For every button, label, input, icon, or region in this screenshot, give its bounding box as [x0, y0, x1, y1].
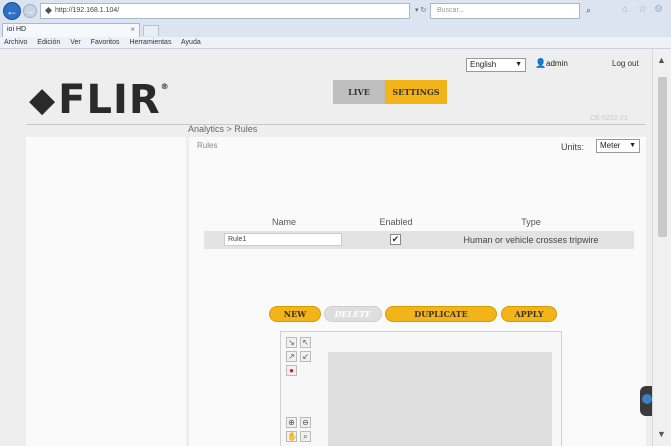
scroll-thumb[interactable] — [658, 77, 667, 237]
search-input[interactable]: Buscar... — [430, 3, 580, 19]
units-label: Units: — [561, 142, 585, 152]
username: admin — [546, 59, 568, 68]
address-text: http://192.168.1.104/ — [55, 7, 120, 14]
panel-title: Rules — [197, 141, 218, 150]
browser-toolbar: ← → http://192.168.1.104/ ▾ ↻ Buscar... … — [0, 0, 671, 22]
pan-hand-icon[interactable]: ✋ — [286, 431, 297, 442]
zoom-out-icon[interactable]: ⊖ — [300, 417, 311, 428]
delete-shape-icon[interactable]: ● — [286, 365, 297, 376]
rule-type: Human or vehicle crosses tripwire — [463, 235, 599, 245]
sidebar-panel — [26, 137, 186, 446]
menu-bar: Archivo Edición Ver Favoritos Herramient… — [0, 37, 671, 49]
refresh-icon[interactable]: ▾ ↻ — [415, 6, 426, 14]
browser-tab[interactable]: ioi HD × — [2, 23, 140, 37]
tab-title: ioi HD — [7, 26, 27, 33]
menu-item-ayuda[interactable]: Ayuda — [181, 39, 201, 46]
header-divider — [26, 124, 646, 125]
draw-line-icon[interactable]: ↘ — [286, 337, 297, 348]
menu-item-herramientas[interactable]: Herramientas — [129, 39, 171, 46]
live-tab[interactable]: LIVE — [333, 80, 385, 104]
page-scrollbar[interactable]: ▲ ▼ — [652, 49, 671, 446]
logo-registered: ® — [160, 82, 170, 91]
favorites-star-icon[interactable]: ☆ — [638, 4, 647, 15]
back-arrow-icon[interactable]: ← — [3, 2, 21, 20]
column-header-name: Name — [271, 217, 296, 227]
rule-name-input[interactable]: Rule1 — [224, 233, 342, 246]
settings-tab[interactable]: SETTINGS — [385, 80, 447, 104]
tab-bar: ioi HD × — [0, 22, 671, 37]
logo-text: FLIR — [58, 77, 161, 123]
chevron-down-icon: ▼ — [629, 142, 636, 149]
remove-point-icon[interactable]: ↙ — [300, 351, 311, 362]
home-icon[interactable]: ⌂ — [622, 4, 628, 15]
logo-mark: ◆ — [29, 80, 57, 120]
web-page: ◆FLIR® English ▼ 👤 admin Log out LIVE SE… — [0, 49, 652, 446]
enabled-checkbox[interactable]: ✔ — [390, 234, 401, 245]
chevron-down-icon: ▼ — [515, 61, 522, 68]
help-widget[interactable] — [640, 386, 652, 416]
delete-button[interactable]: DELETE — [324, 306, 382, 322]
units-value: Meter — [600, 141, 621, 150]
flir-logo: ◆FLIR® — [29, 77, 170, 123]
help-icon — [642, 394, 652, 404]
add-point-icon[interactable]: ↗ — [286, 351, 297, 362]
column-header-enabled: Enabled — [379, 217, 413, 227]
duplicate-button[interactable]: DUPLICATE — [385, 306, 497, 322]
scroll-down-icon[interactable]: ▼ — [657, 429, 666, 439]
select-arrow-icon[interactable]: ↖ — [300, 337, 311, 348]
gear-icon[interactable]: ⚙ — [654, 4, 663, 15]
search-icon[interactable]: ⌕ — [586, 5, 591, 16]
address-bar[interactable]: http://192.168.1.104/ — [40, 3, 410, 19]
camera-canvas[interactable] — [328, 352, 552, 446]
user-icon: 👤 — [535, 58, 547, 68]
zoom-in-icon[interactable]: ⊕ — [286, 417, 297, 428]
breadcrumb: Analytics > Rules — [188, 124, 258, 134]
rule-editor: ↘ ↖ ↗ ↙ ● ⊕ ⊖ ✋ ⌕ — [280, 331, 562, 446]
new-tab-button[interactable] — [143, 25, 159, 36]
units-select[interactable]: Meter ▼ — [596, 139, 640, 153]
apply-button[interactable]: APPLY — [501, 306, 557, 322]
device-model: CB-5222-21 — [590, 115, 628, 122]
table-row[interactable]: Rule1 ✔ Human or vehicle crosses tripwir… — [204, 231, 634, 249]
column-header-type: Type — [521, 217, 541, 227]
menu-item-ver[interactable]: Ver — [70, 39, 81, 46]
scroll-up-icon[interactable]: ▲ — [657, 55, 666, 65]
rules-panel: Rules Units: Meter ▼ Name Enabled Type R… — [189, 137, 646, 446]
site-favicon-icon — [45, 6, 52, 14]
new-button[interactable]: NEW — [269, 306, 321, 322]
language-value: English — [470, 60, 497, 69]
menu-item-favoritos[interactable]: Favoritos — [91, 39, 120, 46]
language-select[interactable]: English ▼ — [466, 58, 526, 72]
mode-switch: LIVE SETTINGS — [333, 80, 447, 104]
zoom-fit-icon[interactable]: ⌕ — [300, 431, 311, 442]
logout-link[interactable]: Log out — [612, 59, 639, 68]
tool-palette: ↘ ↖ ↗ ↙ ● ⊕ ⊖ ✋ ⌕ — [286, 337, 326, 446]
close-icon[interactable]: × — [130, 24, 135, 36]
menu-item-archivo[interactable]: Archivo — [4, 39, 27, 46]
forward-arrow-icon[interactable]: → — [23, 4, 37, 18]
menu-item-edicion[interactable]: Edición — [37, 39, 60, 46]
